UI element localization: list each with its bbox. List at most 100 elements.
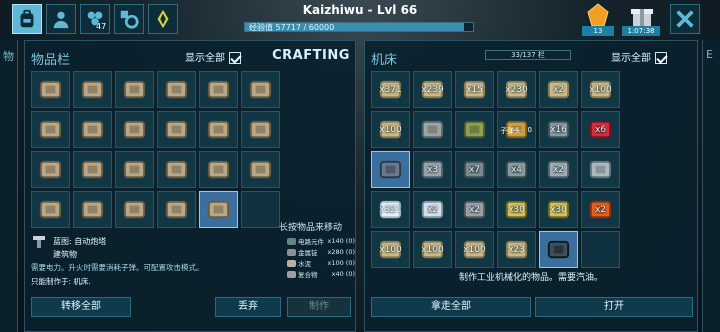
chitin-shirt-icon xyxy=(207,160,230,179)
character-tab[interactable] xyxy=(46,4,76,34)
auto-turret-icon xyxy=(33,236,45,248)
requirement-amount: x140 (0) xyxy=(327,236,355,245)
fabricator-slot[interactable]: x3 xyxy=(413,151,452,188)
fabricator-slot[interactable] xyxy=(371,151,410,188)
inventory-slot[interactable] xyxy=(241,151,280,188)
map-tab[interactable] xyxy=(148,4,178,34)
fabricator-slot[interactable]: x7 xyxy=(455,151,494,188)
inventory-slot[interactable] xyxy=(115,71,154,108)
bow-icon xyxy=(123,80,146,99)
inventory-slot[interactable] xyxy=(31,151,70,188)
fabricator-slot[interactable]: x100 xyxy=(455,231,494,268)
slot-quantity: x30 xyxy=(508,205,525,215)
gift-timer: 1:07:38 xyxy=(622,26,660,36)
inventory-slot[interactable] xyxy=(157,191,196,228)
fabricator-slot[interactable]: x4 xyxy=(497,151,536,188)
inventory-slot[interactable] xyxy=(115,151,154,188)
open-button[interactable]: 打开 xyxy=(535,297,693,317)
fabricator-slot[interactable] xyxy=(539,231,578,268)
inventory-slot[interactable] xyxy=(241,111,280,148)
blueprint-category: 建筑物 xyxy=(53,250,77,259)
show-all-checkbox[interactable] xyxy=(655,52,667,64)
requirement-name: 复合物 xyxy=(287,269,318,279)
fabricator-slot[interactable] xyxy=(455,111,494,148)
inventory-slot[interactable] xyxy=(115,191,154,228)
inventory-slot[interactable] xyxy=(157,151,196,188)
fabricator-grid: x371 x239 x15 x230 x2 x100 x100 子弹头 0 x16… xyxy=(371,71,620,268)
scope-icon xyxy=(379,160,402,179)
fabricator-slot[interactable]: x2 xyxy=(539,71,578,108)
inventory-slot[interactable] xyxy=(73,151,112,188)
fabricator-slot[interactable]: x2 xyxy=(455,191,494,228)
fabricator-slot[interactable]: x6 xyxy=(581,111,620,148)
fabricator-slot[interactable]: x2 xyxy=(413,191,452,228)
show-all-label: 显示全部 xyxy=(185,53,225,64)
inventory-slot[interactable] xyxy=(73,71,112,108)
inventory-slot[interactable] xyxy=(241,71,280,108)
inventory-slot[interactable] xyxy=(241,191,280,228)
inventory-slot[interactable] xyxy=(199,71,238,108)
fabricator-slot[interactable]: x100 xyxy=(371,231,410,268)
inventory-slot[interactable] xyxy=(157,71,196,108)
xp-text: 经验值 57717 / 60000 xyxy=(249,23,335,32)
inventory-slot[interactable] xyxy=(199,191,238,228)
fabricator-slot[interactable]: x30 xyxy=(539,191,578,228)
craft-button[interactable]: 制作 xyxy=(287,297,351,317)
slot-quantity: x100 xyxy=(379,125,402,135)
show-all-checkbox[interactable] xyxy=(229,52,241,64)
inventory-slot[interactable] xyxy=(73,191,112,228)
fabricator-slot[interactable]: x2 xyxy=(581,191,620,228)
obelisk-icon xyxy=(157,9,169,29)
inventory-slot[interactable] xyxy=(31,111,70,148)
take-all-button[interactable]: 拿走全部 xyxy=(371,297,531,317)
engrams-tab[interactable] xyxy=(114,4,144,34)
requirement-label: 水泥 xyxy=(298,259,311,268)
inventory-slot[interactable] xyxy=(157,111,196,148)
inventory-tab[interactable] xyxy=(12,4,42,34)
close-icon xyxy=(676,10,694,28)
fabricator-slot[interactable]: x100 xyxy=(413,231,452,268)
fabricator-slot[interactable] xyxy=(581,151,620,188)
close-button[interactable] xyxy=(670,4,700,34)
slot-quantity: x30 xyxy=(550,205,567,215)
fabricator-slot[interactable]: x371 xyxy=(371,71,410,108)
fabricator-slot[interactable]: x239 xyxy=(413,71,452,108)
fabricator-slot[interactable]: x2 xyxy=(539,151,578,188)
fabricator-slot[interactable] xyxy=(581,231,620,268)
inventory-title: 物品栏 xyxy=(31,53,71,68)
slot-quantity: x7 xyxy=(468,165,481,175)
fabricator-slot[interactable]: x100 xyxy=(581,71,620,108)
waterskin-icon xyxy=(165,160,188,179)
inventory-slot[interactable] xyxy=(199,111,238,148)
tablet-icon xyxy=(547,240,570,259)
slot-quantity: x3 xyxy=(426,165,439,175)
fabricator-slot[interactable]: 子弹头 0 xyxy=(497,111,536,148)
show-all-toggle-right[interactable]: 显示全部 xyxy=(611,49,667,64)
fabricator-slot[interactable]: x230 xyxy=(497,71,536,108)
inventory-slot[interactable] xyxy=(115,111,154,148)
fabricator-slot[interactable]: x15 xyxy=(455,71,494,108)
fabricator-slot[interactable] xyxy=(413,111,452,148)
crafting-tab[interactable]: CRAFTING xyxy=(269,45,353,67)
fabricator-slot[interactable]: x23 xyxy=(497,231,536,268)
slot-quantity: x100 xyxy=(463,245,486,255)
fabricator-slot[interactable]: x321 xyxy=(371,191,410,228)
fabricator-description: 制作工业机械化的物品。需要汽油。 xyxy=(458,273,603,283)
inventory-slot[interactable] xyxy=(31,191,70,228)
inventory-slot[interactable] xyxy=(31,71,70,108)
blueprint-craft-location: 只能制作于: 机床. xyxy=(31,277,91,286)
metal-ring-icon xyxy=(589,160,612,179)
show-all-toggle-left[interactable]: 显示全部 xyxy=(185,49,241,64)
inventory-slot[interactable] xyxy=(73,111,112,148)
wood-window-icon xyxy=(81,120,104,139)
fabricator-slot[interactable]: x30 xyxy=(497,191,536,228)
slot-label: 子弹头 xyxy=(500,127,521,135)
stone-foundation-icon xyxy=(249,80,272,99)
fabricator-slot[interactable]: x100 xyxy=(371,111,410,148)
fabricator-slot[interactable]: x16 xyxy=(539,111,578,148)
requirement-row: 电路元件 x140 (0) xyxy=(287,235,355,246)
slot-quantity: x6 xyxy=(594,125,607,135)
inventory-slot[interactable] xyxy=(199,151,238,188)
transfer-all-button[interactable]: 转移全部 xyxy=(31,297,131,317)
drop-button[interactable]: 丢弃 xyxy=(215,297,281,317)
